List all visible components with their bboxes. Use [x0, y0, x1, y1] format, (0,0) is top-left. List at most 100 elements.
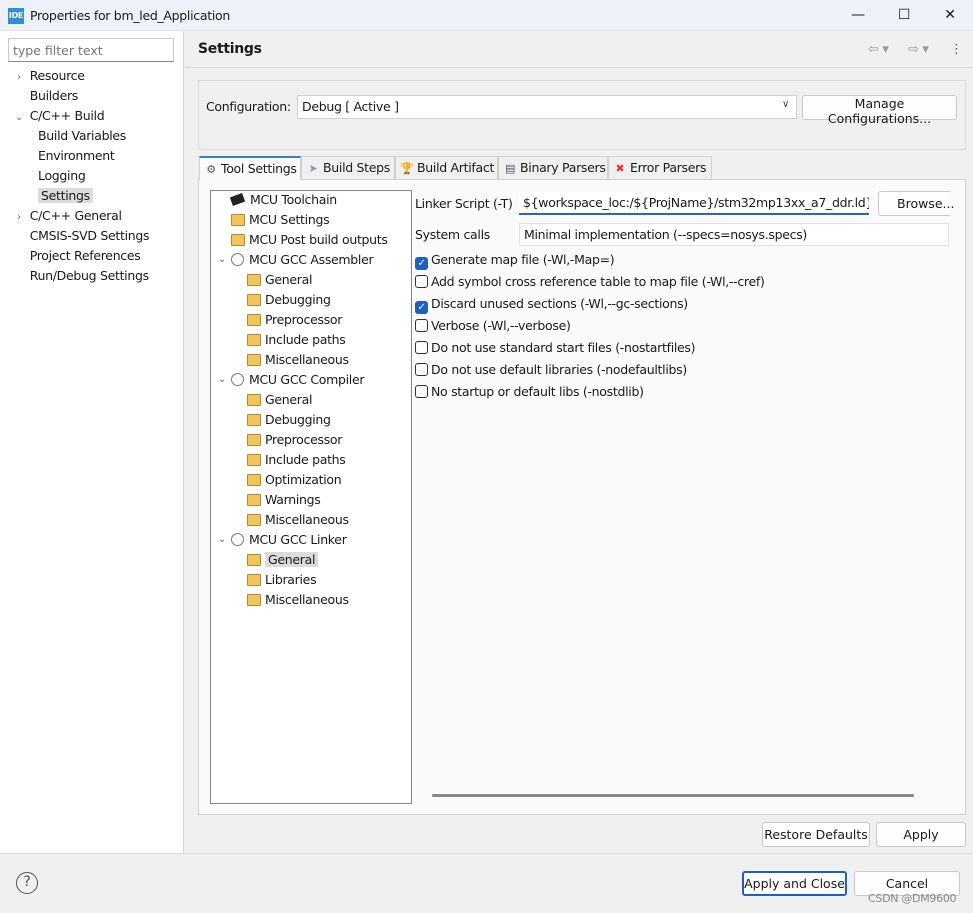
- tab-build-artifact[interactable]: 🏆 Build Artifact: [395, 156, 498, 179]
- tree-item[interactable]: Miscellaneous: [247, 350, 349, 370]
- error-icon: ✖: [615, 162, 625, 175]
- tab-build-steps[interactable]: ➤ Build Steps: [301, 156, 395, 179]
- option-checkbox[interactable]: Do not use standard start files (-nostar…: [415, 340, 696, 358]
- checkbox[interactable]: ✓: [415, 257, 428, 270]
- chip-icon: [229, 193, 246, 206]
- checkbox[interactable]: ✓: [415, 301, 428, 314]
- folder-icon: [247, 314, 261, 326]
- tree-item[interactable]: ⌄ MCU GCC Assembler: [218, 250, 374, 270]
- tree-item[interactable]: MCU Settings: [231, 210, 330, 230]
- tool-icon: [231, 373, 244, 386]
- tree-item[interactable]: Miscellaneous: [247, 590, 349, 610]
- manage-configurations-button[interactable]: Manage Configurations...: [802, 95, 957, 126]
- tab-error-parsers[interactable]: ✖ Error Parsers: [608, 156, 712, 179]
- folder-icon: [247, 494, 261, 506]
- twisty-icon[interactable]: ⌄: [215, 370, 229, 390]
- minimize-button[interactable]: —: [838, 4, 878, 26]
- page-title: Settings: [198, 41, 262, 57]
- tree-item[interactable]: Include paths: [247, 330, 346, 350]
- sidebar-item-label: Environment: [38, 148, 115, 163]
- sidebar-item[interactable]: Logging: [38, 166, 86, 186]
- folder-icon: [247, 334, 261, 346]
- folder-icon: [247, 434, 261, 446]
- trophy-icon: 🏆: [400, 162, 414, 175]
- tree-item[interactable]: MCU Post build outputs: [231, 230, 388, 250]
- option-checkbox[interactable]: No startup or default libs (-nostdlib): [415, 384, 644, 402]
- linker-script-input[interactable]: ${workspace_loc:/${ProjName}/stm32mp13xx…: [519, 192, 869, 215]
- chevron-down-icon: ∨: [782, 99, 790, 110]
- tree-item[interactable]: General: [247, 390, 312, 410]
- option-checkbox[interactable]: Verbose (-Wl,--verbose): [415, 318, 571, 336]
- horizontal-scrollbar[interactable]: [432, 794, 914, 797]
- tree-item[interactable]: Debugging: [247, 410, 331, 430]
- tree-item[interactable]: MCU Toolchain: [229, 190, 337, 210]
- sidebar-item[interactable]: › Resource: [12, 66, 85, 86]
- sidebar-item[interactable]: ⌄ C/C++ Build: [12, 106, 105, 128]
- tab-tool-settings[interactable]: ⚙ Tool Settings: [199, 156, 301, 180]
- tree-item[interactable]: Include paths: [247, 450, 346, 470]
- twisty-icon[interactable]: ⌄: [12, 108, 26, 128]
- tree-item[interactable]: General: [247, 550, 319, 570]
- close-button[interactable]: ✕: [930, 4, 970, 26]
- tree-item[interactable]: ⌄ MCU GCC Linker: [218, 530, 347, 550]
- gear-icon: ⚙: [206, 163, 216, 176]
- twisty-icon[interactable]: ›: [12, 208, 26, 228]
- checkbox[interactable]: [415, 385, 428, 398]
- apply-button[interactable]: Apply: [876, 822, 966, 847]
- system-calls-select[interactable]: Minimal implementation (--specs=nosys.sp…: [519, 223, 949, 246]
- sidebar-item[interactable]: Environment: [38, 146, 115, 166]
- tree-item[interactable]: General: [247, 270, 312, 290]
- sidebar-item-label: CMSIS-SVD Settings: [29, 228, 150, 243]
- browse-button[interactable]: Browse...: [878, 191, 954, 216]
- tree-item[interactable]: Warnings: [247, 490, 321, 510]
- tab-binary-parsers[interactable]: ▤ Binary Parsers: [498, 156, 608, 179]
- option-checkbox[interactable]: Do not use default libraries (-nodefault…: [415, 362, 687, 380]
- window-title: Properties for bm_led_Application: [30, 8, 230, 23]
- restore-defaults-button[interactable]: Restore Defaults: [762, 822, 870, 847]
- option-checkbox[interactable]: Add symbol cross reference table to map …: [415, 274, 765, 292]
- folder-icon: [231, 234, 245, 246]
- tree-item[interactable]: Preprocessor: [247, 310, 342, 330]
- sidebar-item[interactable]: Builders: [12, 86, 79, 106]
- sidebar-item-label: Logging: [38, 168, 86, 183]
- sidebar-item[interactable]: › C/C++ General: [12, 206, 122, 226]
- tree-item[interactable]: Miscellaneous: [247, 510, 349, 530]
- tool-icon: [231, 533, 244, 546]
- twisty-icon[interactable]: ⌄: [215, 250, 229, 270]
- forward-arrow-icon[interactable]: ⇨ ▾: [908, 42, 929, 57]
- build-steps-icon: ➤: [308, 162, 318, 175]
- filter-input[interactable]: [8, 38, 174, 62]
- system-calls-label: System calls: [415, 227, 490, 242]
- folder-icon: [247, 274, 261, 286]
- sidebar-item[interactable]: Run/Debug Settings: [12, 266, 149, 286]
- more-menu-icon[interactable]: ⋮: [950, 42, 963, 57]
- configuration-select[interactable]: Debug [ Active ]: [297, 95, 797, 119]
- tree-item[interactable]: Libraries: [247, 570, 317, 590]
- sidebar-item[interactable]: Settings: [38, 186, 93, 206]
- twisty-icon[interactable]: ›: [12, 68, 26, 88]
- sidebar-item[interactable]: CMSIS-SVD Settings: [12, 226, 150, 246]
- tree-item[interactable]: Debugging: [247, 290, 331, 310]
- checkbox[interactable]: [415, 319, 428, 332]
- sidebar-item-label: C/C++ General: [29, 208, 122, 223]
- tree-item[interactable]: Preprocessor: [247, 430, 342, 450]
- tree-item[interactable]: Optimization: [247, 470, 342, 490]
- checkbox[interactable]: [415, 363, 428, 376]
- sidebar-item[interactable]: Project References: [12, 246, 141, 266]
- apply-and-close-button[interactable]: Apply and Close: [742, 871, 847, 896]
- checkbox[interactable]: [415, 275, 428, 288]
- checkbox[interactable]: [415, 341, 428, 354]
- tree-item[interactable]: ⌄ MCU GCC Compiler: [218, 370, 365, 390]
- option-checkbox[interactable]: ✓ Discard unused sections (-Wl,--gc-secti…: [415, 296, 688, 314]
- help-icon[interactable]: ?: [16, 872, 38, 894]
- twisty-icon[interactable]: ⌄: [215, 530, 229, 550]
- folder-icon: [231, 214, 245, 226]
- option-checkbox[interactable]: ✓ Generate map file (-Wl,-Map=): [415, 252, 615, 270]
- app-icon: IDE: [8, 8, 24, 24]
- maximize-button[interactable]: ☐: [884, 4, 924, 26]
- sidebar-item[interactable]: Build Variables: [38, 126, 126, 146]
- watermark: CSDN @DM9600: [868, 892, 957, 905]
- sidebar-item-label: Run/Debug Settings: [29, 268, 149, 283]
- back-arrow-icon[interactable]: ⇦ ▾: [868, 42, 889, 57]
- binary-icon: ▤: [504, 162, 516, 175]
